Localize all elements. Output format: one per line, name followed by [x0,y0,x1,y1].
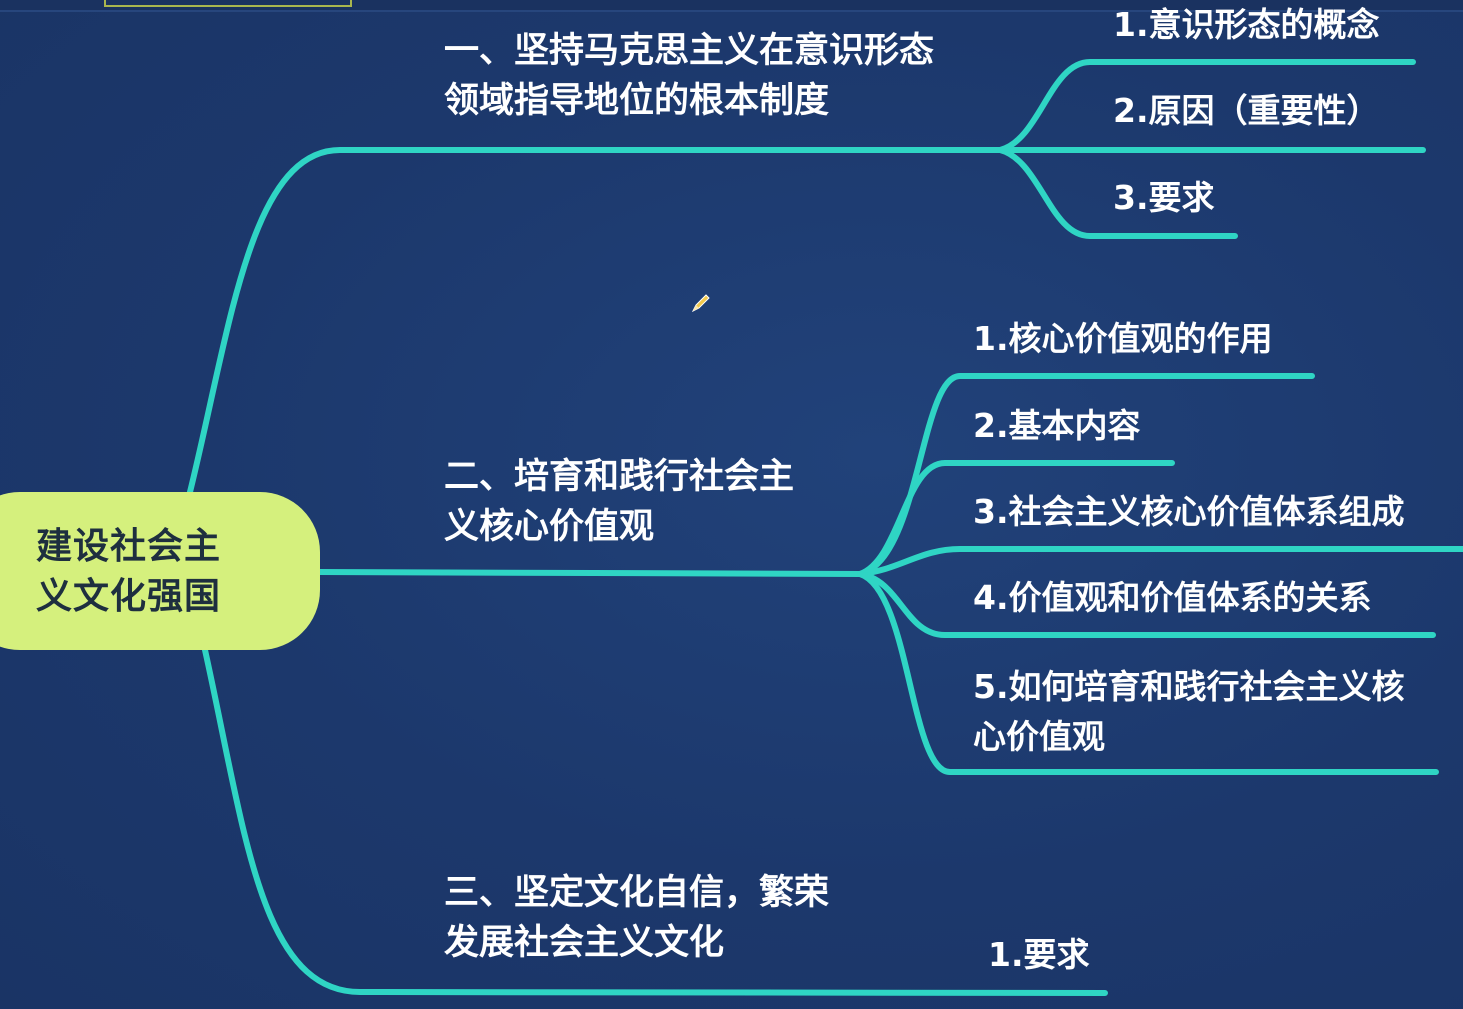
pencil-icon [691,294,710,313]
connector-branch-1 [187,147,1003,495]
leaf-node-2-4[interactable]: 4.价值观和价值体系的关系 [973,577,1372,619]
connector-leaf-2-3 [857,546,1463,577]
branch-node-3[interactable]: 三、坚定文化自信，繁荣发展社会主义文化 [444,868,829,968]
leaf-node-1-1[interactable]: 1.意识形态的概念 [1113,4,1380,46]
leaf-node-1-3[interactable]: 3.要求 [1113,177,1215,219]
branch-node-1[interactable]: 一、坚持马克思主义在意识形态领域指导地位的根本制度 [444,26,944,126]
leaf-node-1-2[interactable]: 2.原因（重要性） [1113,90,1380,132]
leaf-node-2-1[interactable]: 1.核心价值观的作用 [973,318,1273,360]
branch-node-2[interactable]: 二、培育和践行社会主义核心价值观 [444,452,794,552]
root-node-label: 建设社会主义文化强国 [36,526,222,617]
leaf-node-3-1[interactable]: 1.要求 [988,934,1090,976]
leaf-node-2-3[interactable]: 3.社会主义核心价值体系组成 [973,491,1405,533]
leaf-node-2-2[interactable]: 2.基本内容 [973,405,1141,447]
connector-branch-2 [315,569,863,577]
leaf-node-2-5[interactable]: 5.如何培育和践行社会主义核心价值观 [973,662,1423,762]
